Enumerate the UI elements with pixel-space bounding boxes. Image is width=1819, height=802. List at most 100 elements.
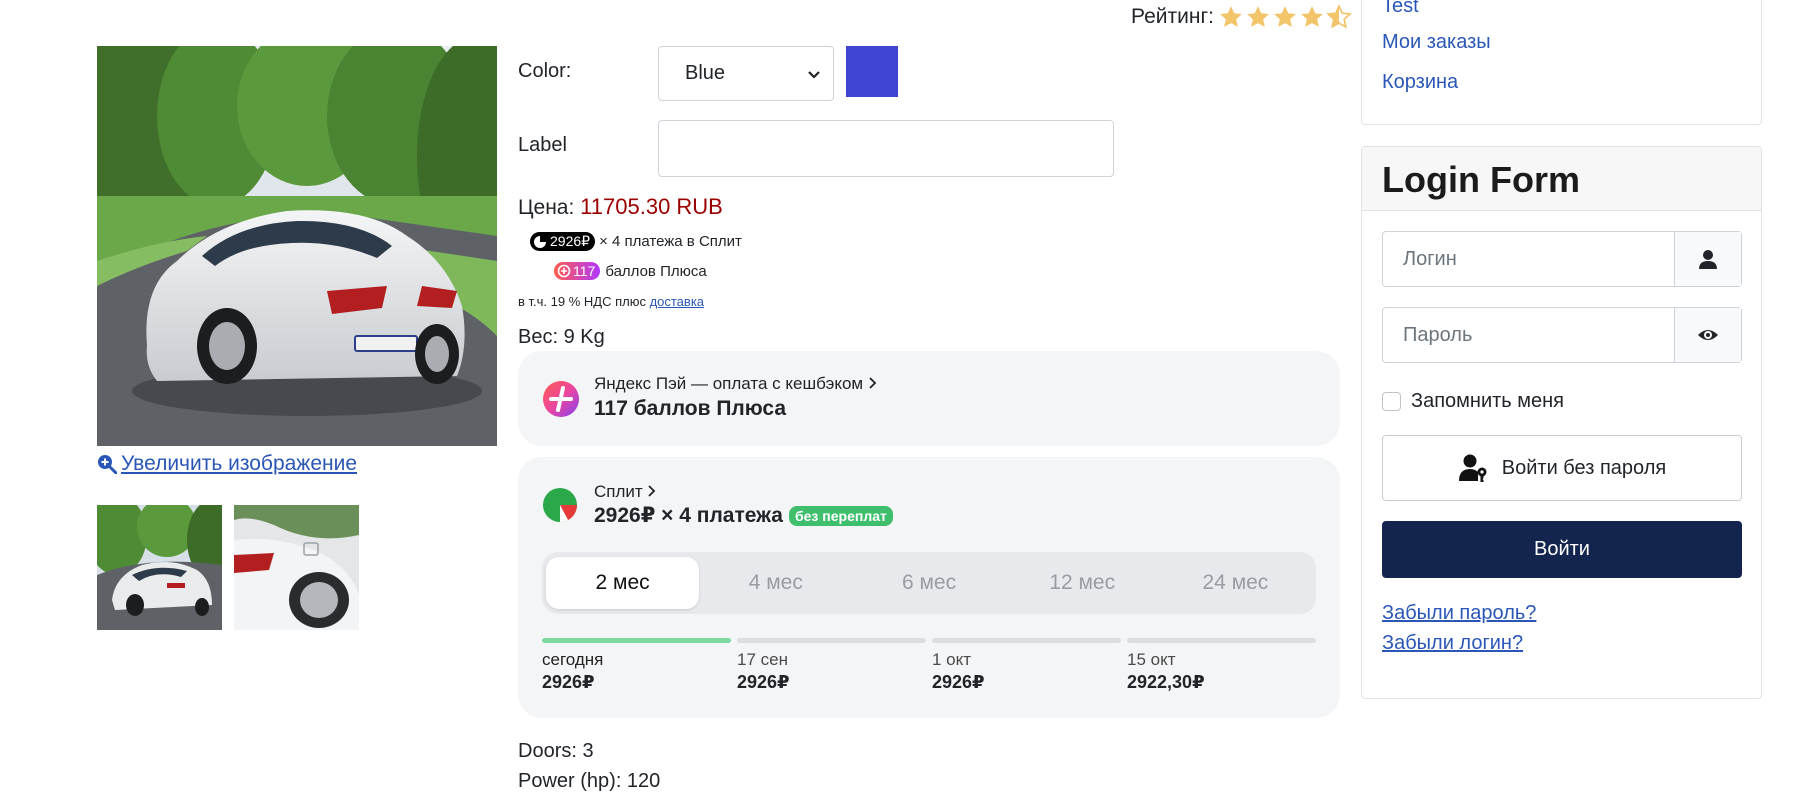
split-promo[interactable]: 2926₽ × 4 платежа в Сплит [530,232,742,251]
rating-stars [1218,4,1352,30]
yandex-pay-subtitle: Яндекс Пэй — оплата с кешбэком [594,374,878,394]
password-input-group: Пароль [1382,307,1742,363]
star-icon [1274,6,1296,27]
chevron-down-icon [808,70,820,79]
schedule-date: сегодня [542,650,604,669]
tab-2-months[interactable]: 2 мес [546,557,700,609]
schedule-progress-bar [737,638,926,643]
vat-info: в т.ч. 19 % НДС плюс доставка [518,294,704,309]
schedule-progress-bar [1127,638,1316,643]
forgot-password-link[interactable]: Забыли пароль? [1382,602,1536,625]
yandex-plus-icon [543,381,579,417]
label-input[interactable] [658,120,1114,177]
price-value: 11705.30 RUB [580,194,723,219]
username-addon [1674,232,1741,286]
plus-promo[interactable]: 117 баллов Плюса [554,262,707,280]
schedule-progress-bar [932,638,1121,643]
account-menu: Test Мои заказы Корзина [1361,0,1762,125]
show-password-button[interactable] [1674,308,1741,362]
yandex-pay-card[interactable]: Яндекс Пэй — оплата с кешбэком 117 балло… [518,351,1340,446]
star-icon [1247,6,1269,27]
login-form-title: Login Form [1362,147,1761,211]
color-select[interactable]: Blue [658,46,834,101]
chevron-right-icon [869,377,877,389]
passwordless-login-button[interactable]: Войти без пароля [1382,435,1742,501]
plus-points-pill: 117 [554,262,601,280]
username-input[interactable]: Логин [1383,232,1674,286]
color-swatch [846,46,898,97]
price: Цена: 11705.30 RUB [518,194,723,220]
tab-24-months[interactable]: 24 мес [1159,557,1312,609]
split-subtitle[interactable]: Сплит [594,482,657,502]
schedule-item: 1 окт 2926₽ [932,638,1121,693]
split-subtitle-text: Сплит [594,482,643,501]
user-icon [1699,250,1717,269]
label-field-label: Label [518,134,567,156]
rating: Рейтинг: [1131,4,1352,30]
spec-power: Power (hp): 120 [518,770,661,792]
split-title-text: 2926₽ × 4 платежа [594,504,783,527]
zoom-image-link[interactable]: Увеличить изображение [97,452,357,476]
rating-label: Рейтинг: [1131,5,1214,28]
star-icon [1220,6,1242,27]
password-input[interactable]: Пароль [1383,308,1674,362]
schedule-amount: 2926₽ [542,672,595,692]
remember-me-label: Запомнить меня [1411,390,1565,412]
schedule-date: 15 окт [1127,650,1176,669]
vat-text: в т.ч. 19 % НДС плюс [518,294,650,309]
plus-points: 117 [573,263,596,279]
split-card: Сплит 2926₽ × 4 платежа без переплат 2 м… [518,457,1340,718]
tab-6-months[interactable]: 6 мес [852,557,1005,609]
split-amount-pill: 2926₽ [530,232,596,251]
zoom-link-label: Увеличить изображение [121,452,358,475]
zoom-in-icon [98,455,117,474]
payment-schedule: сегодня 2926₽ 17 сен 2926₽ 1 окт 2926₽ 1… [542,638,1316,693]
color-label: Color: [518,60,572,82]
split-icon [534,235,546,248]
split-icon [543,488,577,522]
star-half-icon [1326,4,1352,29]
remember-me[interactable]: Запомнить меня [1382,390,1564,413]
star-icon [1301,6,1323,27]
schedule-progress-bar [542,638,731,643]
schedule-date: 1 окт [932,650,972,669]
eye-icon [1698,330,1718,340]
split-amount: 2926₽ [550,233,591,249]
schedule-item: 17 сен 2926₽ [737,638,926,693]
passwordless-login-label: Войти без пароля [1501,456,1667,479]
plus-promo-text: баллов Плюса [605,262,707,280]
remember-me-checkbox[interactable] [1382,392,1401,411]
thumbnail-2[interactable] [234,505,359,630]
schedule-item: сегодня 2926₽ [542,638,731,693]
tab-4-months[interactable]: 4 мес [699,557,852,609]
no-overpay-badge: без переплат [789,505,893,526]
split-promo-text: × 4 платежа в Сплит [599,233,742,250]
price-label: Цена: [518,196,575,219]
yandex-plus-icon [557,264,571,278]
login-form: Login Form Логин Пароль Запомнить меня В… [1361,146,1762,699]
yandex-pay-subtitle-text: Яндекс Пэй — оплата с кешбэком [594,374,864,393]
forgot-login-link[interactable]: Забыли логин? [1382,632,1523,655]
user-key-icon [1458,454,1487,482]
split-title: 2926₽ × 4 платежа без переплат [594,503,893,528]
color-select-value: Blue [685,62,726,84]
thumbnail-1[interactable] [97,505,222,630]
chevron-right-icon [648,485,656,497]
schedule-date: 17 сен [737,650,788,669]
schedule-amount: 2922,30₽ [1127,672,1205,692]
yandex-pay-title: 117 баллов Плюса [594,397,787,420]
menu-link-cart[interactable]: Корзина [1382,71,1458,94]
spec-doors: Doors: 3 [518,740,594,762]
weight: Вес: 9 Kg [518,326,605,348]
menu-link-my-orders[interactable]: Мои заказы [1382,31,1491,54]
schedule-amount: 2926₽ [932,672,985,692]
schedule-item: 15 окт 2922,30₽ [1127,638,1316,693]
product-main-image[interactable] [97,46,497,446]
login-submit-button[interactable]: Войти [1382,521,1742,578]
schedule-amount: 2926₽ [737,672,790,692]
tab-12-months[interactable]: 12 мес [1006,557,1159,609]
delivery-link[interactable]: доставка [650,294,704,309]
menu-link-test[interactable]: Test [1382,0,1419,18]
username-input-group: Логин [1382,231,1742,287]
split-period-tabs: 2 мес 4 мес 6 мес 12 мес 24 мес [542,552,1316,614]
